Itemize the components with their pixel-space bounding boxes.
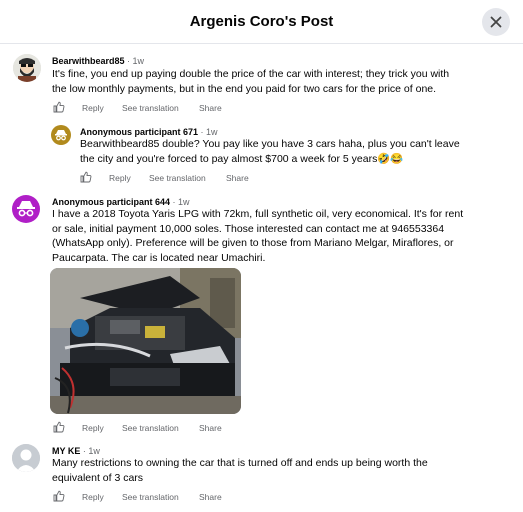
comment-time[interactable]: 1w: [178, 197, 190, 207]
thumbs-up-icon[interactable]: [53, 421, 65, 433]
comment-text-line: Many restrictions to owning the car that…: [52, 457, 428, 469]
comment-text-line: (WhatsApp only). Preference will be give…: [52, 237, 454, 249]
comment-text-line: It's fine, you end up paying double the …: [52, 68, 450, 80]
comment-author[interactable]: Anonymous participant 644: [52, 197, 170, 207]
comment-text-line: or sale, initial payment 10,000 soles. T…: [52, 222, 445, 235]
comment-text-line: Bearwithbeard85 double? You pay like you…: [80, 138, 460, 150]
reply-button[interactable]: Reply: [82, 492, 104, 502]
comment-author[interactable]: MY KE: [52, 446, 80, 456]
default-user-icon: [12, 444, 40, 472]
comment-my-ke: MY KE · 1w Many restrictions to owning t…: [0, 440, 523, 512]
anonymous-icon: [17, 201, 35, 217]
anonymous-avatar[interactable]: [12, 195, 40, 223]
comment-text-line: the low monthly payments, but in the end…: [52, 82, 437, 95]
reply-button[interactable]: Reply: [82, 423, 104, 433]
reply-button[interactable]: Reply: [109, 173, 131, 183]
comment-text-line: the city and you're forced to pay almost…: [80, 152, 404, 165]
share-button[interactable]: Share: [199, 423, 222, 433]
comment-author[interactable]: Bearwithbeard85: [52, 56, 125, 66]
comment-time[interactable]: 1w: [88, 446, 100, 456]
comment-time[interactable]: 1w: [206, 127, 218, 137]
thumbs-up-icon[interactable]: [53, 101, 65, 113]
anonymous-icon: [55, 130, 67, 141]
avatar[interactable]: [13, 54, 41, 82]
comment-time[interactable]: 1w: [133, 56, 145, 66]
share-button[interactable]: Share: [226, 173, 249, 183]
see-translation-button[interactable]: See translation: [122, 423, 179, 433]
comment-anonymous-671: Anonymous participant 671 · 1w Bearwithb…: [0, 120, 523, 190]
share-button[interactable]: Share: [199, 492, 222, 502]
car-engine-image: [50, 268, 241, 414]
thumbs-up-icon[interactable]: [80, 171, 92, 183]
see-translation-button[interactable]: See translation: [149, 173, 206, 183]
car-photo[interactable]: [50, 268, 241, 414]
comment-text-line: I have a 2018 Toyota Yaris LPG with 72km…: [52, 208, 464, 220]
comment-author[interactable]: Anonymous participant 671: [80, 127, 198, 137]
comment-text-line: Paucarpata. The car is located near Umac…: [52, 251, 266, 264]
reply-button[interactable]: Reply: [82, 103, 104, 113]
share-button[interactable]: Share: [199, 103, 222, 113]
comment-bearwithbeard85: Bearwithbeard85 · 1w It's fine, you end …: [0, 0, 523, 120]
anonymous-avatar[interactable]: [51, 125, 71, 145]
comment-text-line: equivalent of 3 cars: [52, 471, 144, 484]
bearded-avatar-icon: [13, 54, 41, 82]
thumbs-up-icon[interactable]: [53, 490, 65, 502]
see-translation-button[interactable]: See translation: [122, 492, 179, 502]
see-translation-button[interactable]: See translation: [122, 103, 179, 113]
avatar[interactable]: [12, 444, 40, 472]
